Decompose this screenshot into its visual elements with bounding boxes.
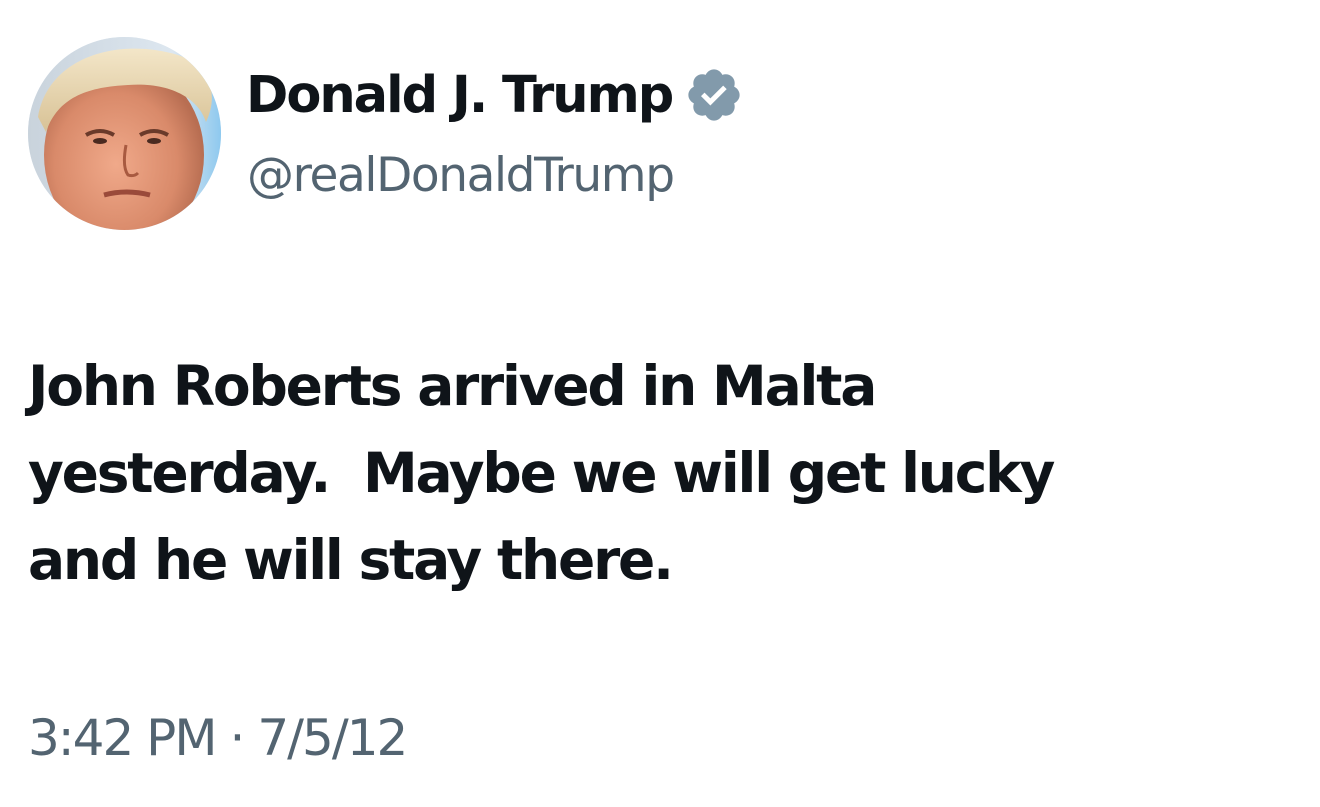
author-name-row: Donald J. Trump: [246, 62, 744, 128]
tweet-timestamp[interactable]: 3:42 PM · 7/5/12: [28, 708, 408, 768]
avatar[interactable]: [28, 37, 221, 230]
tweet-card: Donald J. Trump @realDonaldTrump John Ro…: [0, 0, 1320, 807]
author-display-name[interactable]: Donald J. Trump: [246, 70, 674, 121]
separator-dot: ·: [229, 709, 245, 767]
tweet-text: John Roberts arrived in Malta yesterday.…: [28, 354, 1055, 592]
tweet-time: 3:42 PM: [28, 709, 217, 767]
profile-photo: [28, 37, 221, 230]
verified-badge-icon[interactable]: [684, 65, 744, 125]
tweet-date: 7/5/12: [257, 709, 408, 767]
author-handle[interactable]: @realDonaldTrump: [247, 148, 675, 204]
